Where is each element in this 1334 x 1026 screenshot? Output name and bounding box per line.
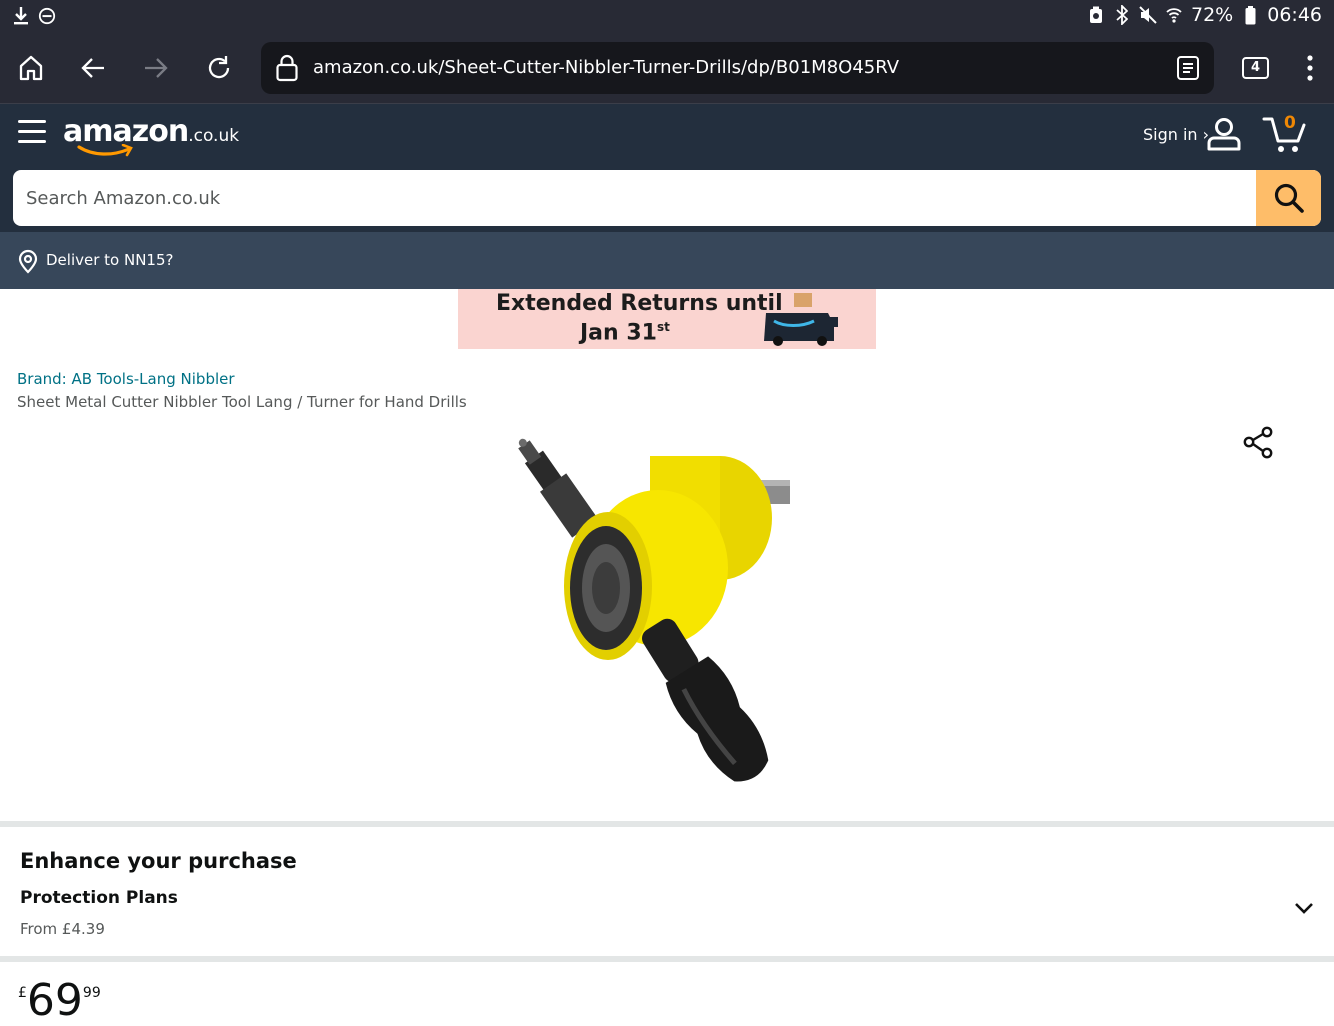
bluetooth-icon (1113, 4, 1131, 26)
brand-link[interactable]: Brand: AB Tools-Lang Nibbler (17, 370, 235, 388)
section-divider (0, 821, 1334, 827)
arrow-left-icon (81, 58, 104, 78)
product-price: £6999 (18, 975, 101, 1026)
reload-button[interactable] (199, 48, 239, 88)
status-bar: 72% 06:46 (0, 0, 1334, 34)
home-icon (19, 55, 43, 81)
price-currency: £ (18, 985, 27, 1001)
reader-mode-icon[interactable] (1176, 55, 1200, 85)
battery-icon (1241, 4, 1259, 26)
mute-icon (1139, 4, 1157, 26)
url-text: amazon.co.uk/Sheet-Cutter-Nibbler-Turner… (313, 57, 900, 78)
enhance-heading: Enhance your purchase (20, 849, 297, 873)
forward-button[interactable] (136, 48, 176, 88)
share-icon (1243, 426, 1273, 459)
location-pin-icon (16, 248, 40, 278)
delivery-van-icon (764, 293, 838, 346)
sign-in-link[interactable]: Sign in › (1143, 125, 1209, 144)
wifi-icon (1165, 4, 1183, 26)
deliver-to-bar[interactable]: Deliver to NN15? (0, 232, 1334, 289)
hamburger-menu-button[interactable] (18, 120, 46, 148)
search-icon (1274, 183, 1304, 213)
expand-protection-button[interactable] (1293, 900, 1315, 920)
protection-from-price: From £4.39 (20, 920, 105, 938)
product-image[interactable] (510, 418, 830, 812)
section-divider-2 (0, 956, 1334, 962)
banner-line-2: Jan 31st (580, 320, 670, 346)
protection-plans-label[interactable]: Protection Plans (20, 888, 178, 908)
deliver-to-label: Deliver to NN15? (46, 251, 174, 269)
search-bar (13, 170, 1321, 226)
clock: 06:46 (1267, 4, 1322, 26)
browser-toolbar: amazon.co.uk/Sheet-Cutter-Nibbler-Turner… (0, 34, 1334, 104)
download-icon (12, 5, 30, 27)
logo-smile-icon (77, 144, 133, 157)
lock-icon (275, 54, 299, 86)
cart-count: 0 (1284, 113, 1296, 133)
price-whole: 69 (26, 975, 83, 1026)
battery-saver-icon (1087, 4, 1105, 26)
user-icon[interactable] (1206, 116, 1242, 156)
chevron-down-icon (1295, 903, 1313, 914)
address-bar[interactable]: amazon.co.uk/Sheet-Cutter-Nibbler-Turner… (261, 42, 1214, 94)
product-title: Sheet Metal Cutter Nibbler Tool Lang / T… (17, 393, 467, 411)
kebab-menu-icon (1307, 55, 1313, 81)
banner-line-1: Extended Returns until (496, 291, 783, 316)
share-button[interactable] (1240, 424, 1276, 464)
search-input[interactable] (13, 170, 1257, 226)
amazon-logo[interactable]: amazon.co.uk (63, 114, 240, 157)
arrow-right-icon (145, 58, 168, 78)
search-button[interactable] (1256, 170, 1321, 226)
battery-percent: 72% (1191, 4, 1234, 26)
do-not-disturb-icon (38, 5, 56, 27)
price-fraction: 99 (82, 985, 101, 1001)
browser-menu-button[interactable] (1290, 48, 1330, 88)
home-button[interactable] (11, 48, 51, 88)
tab-switcher-button[interactable]: 4 (1242, 57, 1269, 79)
amazon-header: amazon.co.uk Sign in › 0 (0, 104, 1334, 232)
back-button[interactable] (73, 48, 113, 88)
logo-tld: .co.uk (188, 126, 240, 146)
reload-icon (208, 56, 230, 79)
extended-returns-banner[interactable]: Extended Returns until Jan 31st (458, 289, 876, 349)
